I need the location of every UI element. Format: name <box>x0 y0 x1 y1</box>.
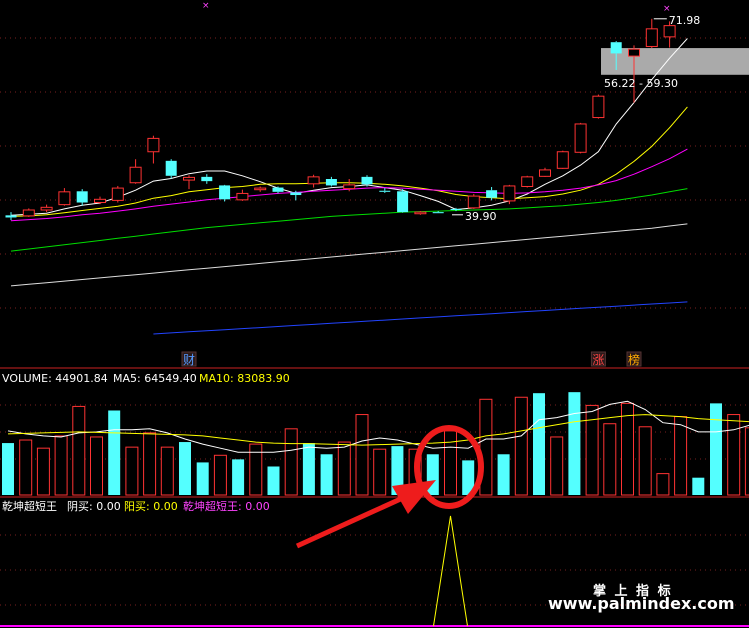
volume-bar <box>373 448 387 496</box>
yang-buy-label: 阳买: 0.00 <box>124 500 178 513</box>
candle <box>361 176 373 185</box>
candle <box>290 192 302 196</box>
volume-bar <box>603 423 617 496</box>
candle <box>183 176 195 181</box>
candle <box>432 212 444 214</box>
volume-bar <box>744 427 749 496</box>
volume-bar <box>125 446 139 496</box>
candle <box>111 187 124 201</box>
candle <box>219 185 231 200</box>
volume-bar <box>727 414 741 496</box>
chart-canvas: 71.98 39.90 56.22 - 59.30 × × 财 涨 榜 <box>0 1 749 627</box>
arrow-shaft <box>295 494 407 549</box>
candle <box>236 192 249 201</box>
candle <box>325 179 337 186</box>
high-price-label: 71.98 <box>669 14 701 27</box>
volume-bar <box>692 477 705 495</box>
candle <box>58 191 71 206</box>
volume-bar <box>444 430 457 496</box>
candle <box>556 151 569 169</box>
volume-bar <box>196 462 209 495</box>
volume-bar <box>550 436 564 496</box>
volume-bar <box>320 454 333 495</box>
candle <box>610 42 622 54</box>
candle <box>165 160 177 176</box>
volume-bar <box>54 435 68 496</box>
event-marker: 榜 <box>628 352 640 367</box>
volume-bar <box>72 405 86 496</box>
volume-bar <box>232 459 245 495</box>
volume-bar <box>533 393 545 495</box>
candle <box>450 208 462 210</box>
volume-bar <box>674 416 688 496</box>
candle <box>272 187 284 192</box>
volume-bar <box>656 473 670 496</box>
candle <box>628 48 640 57</box>
stock-chart: 71.98 39.90 56.22 - 59.30 × × 财 涨 榜 VOLUME: 449… <box>0 0 749 628</box>
volume-ma5-label: MA5: 64549.40 <box>113 372 197 385</box>
candle <box>307 176 320 185</box>
volume-bar <box>337 441 351 496</box>
low-price-label: 39.90 <box>465 210 497 223</box>
event-marker: 涨 <box>592 352 604 367</box>
price-ma-line <box>153 301 688 335</box>
top-marker: × <box>663 4 671 14</box>
price-ma-line <box>10 223 688 287</box>
volume-bar <box>108 410 121 495</box>
candle <box>147 137 160 153</box>
volume-bar <box>497 454 510 495</box>
candle <box>645 28 658 47</box>
candle <box>5 215 17 218</box>
volume-bar <box>90 436 103 496</box>
candle <box>129 166 142 184</box>
candle <box>539 169 551 177</box>
volume-bar <box>267 466 280 495</box>
candle <box>503 185 516 202</box>
volume-bar <box>568 392 581 495</box>
volume-bar <box>179 442 191 495</box>
candle <box>254 187 267 191</box>
volume-bar <box>355 414 369 496</box>
volume-bar <box>36 447 50 496</box>
candle <box>663 25 676 38</box>
volume-bar <box>638 426 652 496</box>
volume-bar <box>710 403 722 495</box>
range-box-label: 56.22 - 59.30 <box>604 77 678 90</box>
volume-ma10-label: MA10: 83083.90 <box>199 372 290 385</box>
candle <box>40 206 53 211</box>
candle <box>76 191 88 203</box>
candle <box>94 198 106 204</box>
candle <box>486 190 498 198</box>
candle <box>414 211 427 215</box>
volume-bar <box>514 396 528 496</box>
yin-buy-label: 阴买: 0.00 <box>67 500 121 513</box>
volume-bar <box>302 443 315 495</box>
volume-bar <box>143 432 157 496</box>
candle <box>22 209 35 217</box>
candle <box>379 190 391 192</box>
candle <box>467 195 480 209</box>
candle <box>592 95 605 119</box>
volume-label: VOLUME: 44901.84 <box>2 372 108 385</box>
candle <box>574 123 587 153</box>
volume-bar <box>621 402 634 496</box>
volume-bar <box>160 446 174 496</box>
volume-bar <box>2 443 14 495</box>
indicator-spike <box>433 515 468 627</box>
top-marker: × <box>202 1 210 11</box>
indicator-name: 乾坤超短王 <box>2 500 57 513</box>
candle <box>343 184 356 190</box>
candle <box>521 176 534 187</box>
volume-bar <box>284 428 298 496</box>
watermark-url: www.palmindex.com <box>548 594 735 613</box>
candle <box>201 176 213 182</box>
volume-bar <box>19 439 33 496</box>
volume-bar <box>213 454 227 496</box>
indicator-value-label: 乾坤超短王: 0.00 <box>183 500 270 513</box>
event-marker: 财 <box>183 353 195 367</box>
candle <box>397 191 409 213</box>
